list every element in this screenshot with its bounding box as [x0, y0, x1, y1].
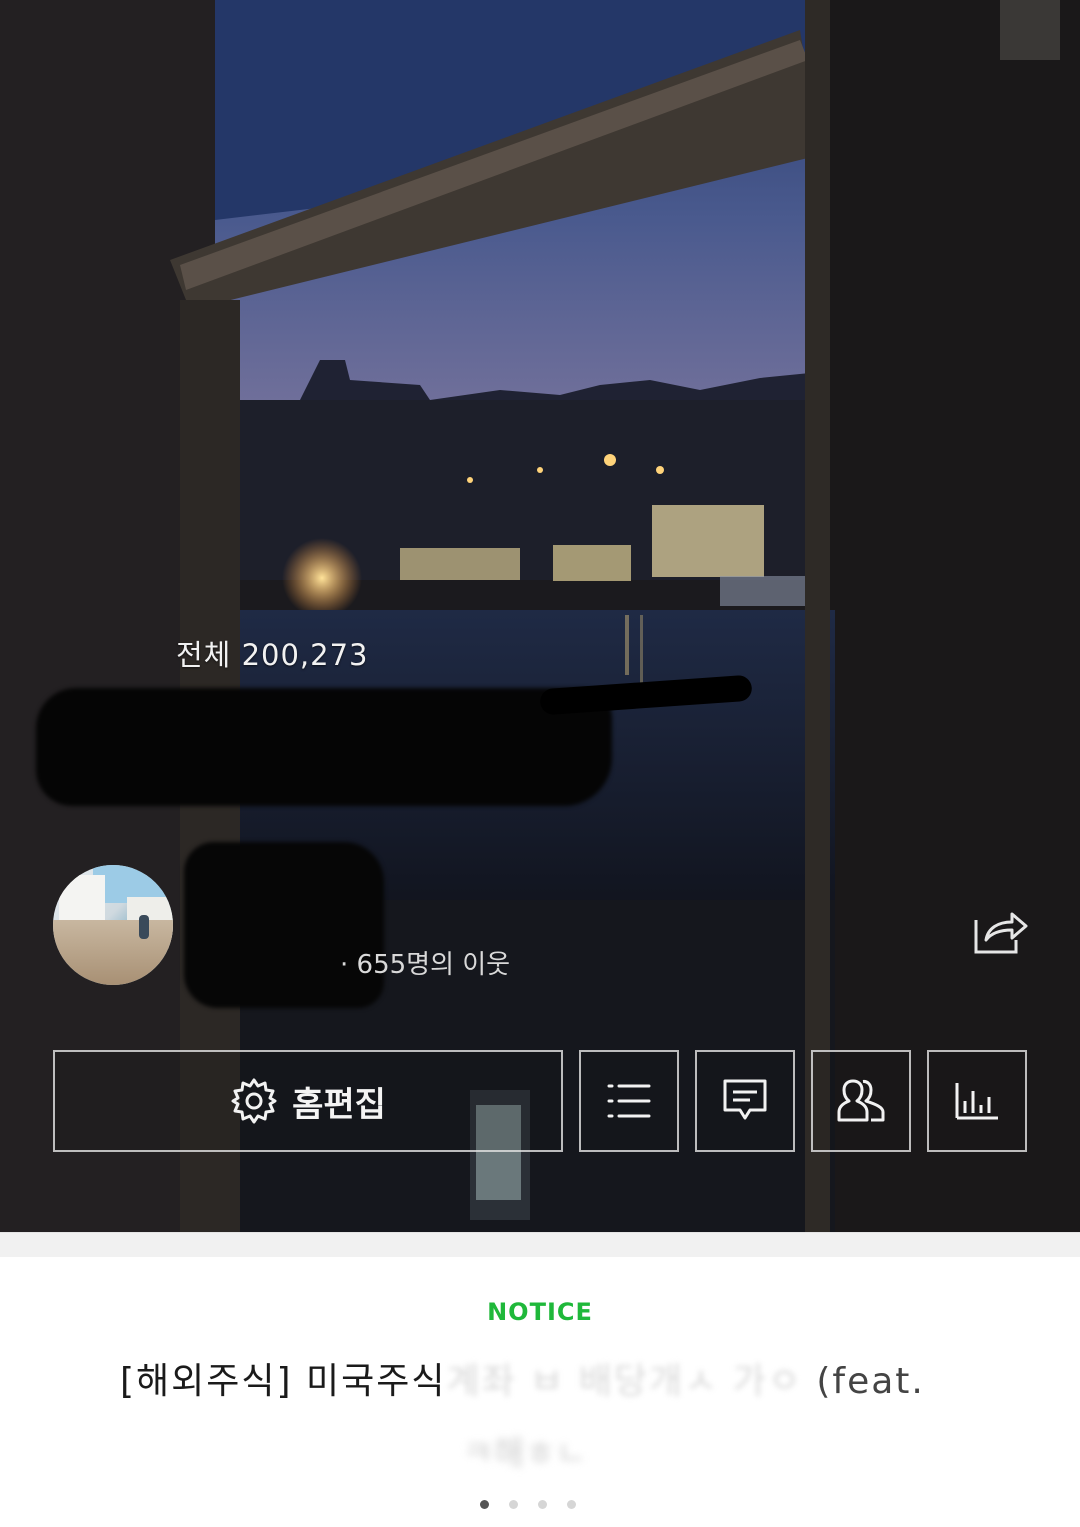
notice-title-blurred: 계좌 ㅂ 배당개ㅅ 가ㅇ: [446, 1361, 817, 1402]
page-dot[interactable]: [480, 1500, 489, 1509]
page-dot[interactable]: [567, 1500, 576, 1509]
neighbors-button[interactable]: [811, 1050, 911, 1152]
notice-title-visible: [해외주식] 미국주식: [120, 1361, 447, 1402]
people-icon: [837, 1079, 885, 1122]
list-icon: [607, 1084, 651, 1118]
notice-title-line2[interactable]: ㅋ해ㅎㄴ: [462, 1426, 662, 1475]
home-edit-button[interactable]: 홈편집: [53, 1050, 563, 1152]
stats-icon: [955, 1083, 998, 1120]
share-icon: [974, 912, 1028, 954]
page-dot[interactable]: [538, 1500, 547, 1509]
notice-title[interactable]: [해외주식] 미국주식계좌 ㅂ 배당개ㅅ 가ㅇ (feat.: [120, 1352, 980, 1404]
redacted-blog-title: [36, 688, 612, 806]
statistics-button[interactable]: [927, 1050, 1027, 1152]
notice-pagination: [480, 1500, 610, 1514]
blog-cover: 전체 200,273 · 655명의 이웃 홈편집: [0, 0, 1080, 1232]
notice-label: NOTICE: [487, 1298, 593, 1326]
share-button[interactable]: [972, 906, 1028, 956]
notice-title-tail: (feat.: [816, 1361, 925, 1402]
home-edit-label: 홈편집: [292, 1084, 386, 1125]
total-visitors: 전체 200,273: [176, 638, 369, 672]
guestbook-button[interactable]: [695, 1050, 795, 1152]
neighbor-count[interactable]: · 655명의 이웃: [340, 944, 510, 981]
comment-icon: [723, 1079, 767, 1120]
post-list-button[interactable]: [579, 1050, 679, 1152]
section-divider: [0, 1232, 1080, 1257]
gear-icon: [231, 1078, 277, 1124]
avatar[interactable]: [53, 865, 173, 985]
cover-photo: [0, 0, 1080, 1232]
redacted-blog-owner: [184, 842, 384, 1008]
page-dot[interactable]: [509, 1500, 518, 1509]
